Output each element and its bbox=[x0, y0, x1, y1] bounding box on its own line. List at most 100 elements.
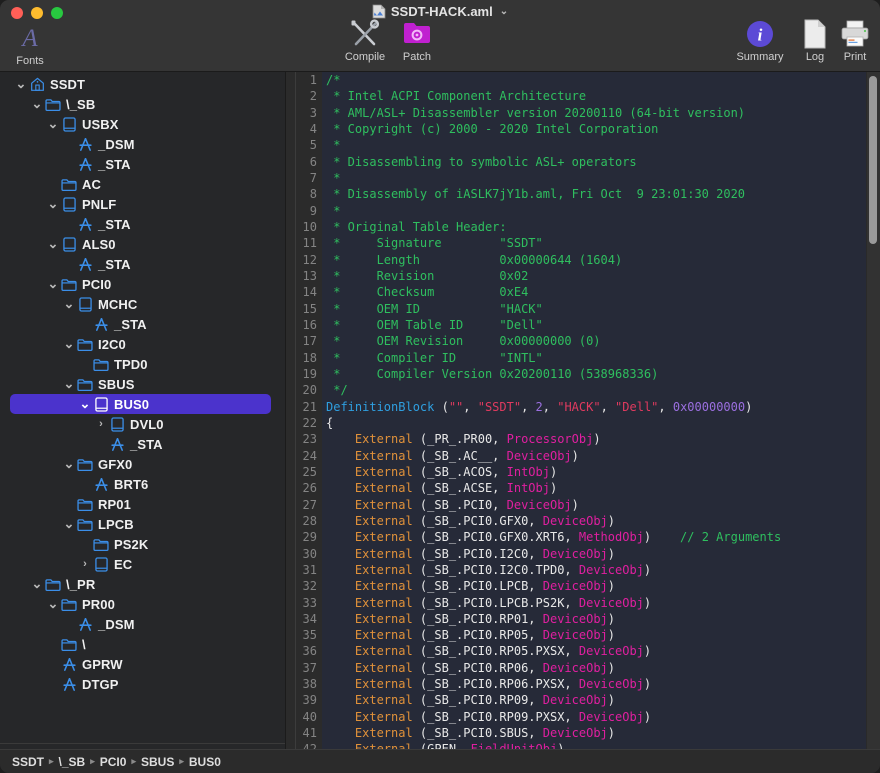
chevron-down-icon[interactable]: ⌄ bbox=[500, 6, 508, 17]
code-line[interactable]: 3 * AML/ASL+ Disassembler version 202001… bbox=[296, 104, 880, 121]
line-text[interactable]: { bbox=[322, 415, 333, 431]
line-text[interactable]: * Revision 0x02 bbox=[322, 268, 528, 284]
tree-item-_STA[interactable]: _STA bbox=[0, 214, 285, 234]
code-line[interactable]: 27 External (_SB_.PCI0, DeviceObj) bbox=[296, 496, 880, 513]
tree-item-_STA[interactable]: _STA bbox=[0, 154, 285, 174]
line-text[interactable]: External (_SB_.PCI0.RP09.PXSX, DeviceObj… bbox=[322, 709, 651, 725]
toolbar-summary-button[interactable]: i Summary bbox=[730, 18, 790, 63]
line-text[interactable]: External (_SB_.PCI0.I2C0, DeviceObj) bbox=[322, 546, 615, 562]
toolbar-compile-button[interactable]: Compile bbox=[335, 18, 395, 63]
code-line[interactable]: 38 External (_SB_.PCI0.RP06.PXSX, Device… bbox=[296, 676, 880, 693]
code-line[interactable]: 25 External (_SB_.ACOS, IntObj) bbox=[296, 463, 880, 481]
acpi-tree[interactable]: ⌄ SSDT ⌄ \_SB ⌄ USBX _DSM _STA AC ⌄ PNLF _STA ⌄ ALS0 _… bbox=[0, 72, 285, 743]
line-text[interactable]: External (_SB_.PCI0.RP06, DeviceObj) bbox=[322, 660, 615, 676]
line-text[interactable]: * Signature "SSDT" bbox=[322, 235, 543, 251]
line-text[interactable]: * OEM Table ID "Dell" bbox=[322, 317, 543, 333]
tree-item-ALS0[interactable]: ⌄ ALS0 bbox=[0, 234, 285, 254]
vertical-scrollbar-thumb[interactable] bbox=[869, 76, 877, 244]
tree-item-BRT6[interactable]: BRT6 bbox=[0, 474, 285, 494]
code-line[interactable]: 35 External (_SB_.PCI0.RP05, DeviceObj) bbox=[296, 627, 880, 644]
tree-item-AC[interactable]: AC bbox=[0, 174, 285, 194]
line-text[interactable]: External (_SB_.PCI0.GFX0.XRT6, MethodObj… bbox=[322, 529, 781, 545]
tree-item-_STA[interactable]: _STA bbox=[0, 434, 285, 454]
tree-item-[interactable]: \ bbox=[0, 634, 285, 654]
chevron-down-icon[interactable]: ⌄ bbox=[30, 577, 44, 590]
tree-item-_SB[interactable]: ⌄ \_SB bbox=[0, 94, 285, 114]
chevron-down-icon[interactable]: ⌄ bbox=[46, 597, 60, 610]
tree-item-RP01[interactable]: RP01 bbox=[0, 494, 285, 514]
chevron-down-icon[interactable]: ⌄ bbox=[46, 277, 60, 290]
code-line[interactable]: 39 External (_SB_.PCI0.RP09, DeviceObj) bbox=[296, 692, 880, 709]
code-line[interactable]: 26 External (_SB_.ACSE, IntObj) bbox=[296, 480, 880, 497]
line-text[interactable]: External (_SB_.PCI0.RP09, DeviceObj) bbox=[322, 692, 615, 708]
line-text[interactable]: * Copyright (c) 2000 - 2020 Intel Corpor… bbox=[322, 121, 658, 137]
code-line[interactable]: 28 External (_SB_.PCI0.GFX0, DeviceObj) bbox=[296, 512, 880, 530]
line-text[interactable]: * Disassembly of iASLK7jY1b.aml, Fri Oct… bbox=[322, 186, 745, 202]
code-content[interactable]: 1/* 2 * Intel ACPI Component Architecture… bbox=[296, 72, 880, 773]
tree-item-PS2K[interactable]: PS2K bbox=[0, 534, 285, 554]
code-line[interactable]: 11 * Signature "SSDT" bbox=[296, 235, 880, 252]
tree-item-MCHC[interactable]: ⌄ MCHC bbox=[0, 294, 285, 314]
chevron-down-icon[interactable]: ⌄ bbox=[62, 517, 76, 530]
chevron-down-icon[interactable]: ⌄ bbox=[46, 117, 60, 130]
line-text[interactable]: * bbox=[322, 203, 340, 219]
line-text[interactable]: */ bbox=[322, 382, 347, 398]
code-line[interactable]: 41 External (_SB_.PCI0.SBUS, DeviceObj) bbox=[296, 725, 880, 742]
chevron-down-icon[interactable]: ⌄ bbox=[78, 397, 92, 410]
breadcrumb-item[interactable]: SSDT bbox=[12, 755, 44, 769]
tree-item-SBUS[interactable]: ⌄ SBUS bbox=[0, 374, 285, 394]
code-line[interactable]: 19 * Compiler Version 0x20200110 (538968… bbox=[296, 365, 880, 383]
line-text[interactable]: External (_SB_.ACSE, IntObj) bbox=[322, 480, 557, 496]
chevron-down-icon[interactable]: ⌄ bbox=[62, 377, 76, 390]
line-text[interactable]: External (_SB_.PCI0.SBUS, DeviceObj) bbox=[322, 725, 615, 741]
line-text[interactable]: * bbox=[322, 170, 340, 186]
line-text[interactable]: External (_SB_.AC__, DeviceObj) bbox=[322, 448, 579, 464]
breadcrumb-item[interactable]: PCI0 bbox=[100, 755, 127, 769]
line-text[interactable]: External (_PR_.PR00, ProcessorObj) bbox=[322, 431, 601, 447]
code-line[interactable]: 4 * Copyright (c) 2000 - 2020 Intel Corp… bbox=[296, 120, 880, 138]
line-text[interactable]: /* bbox=[322, 72, 340, 88]
line-text[interactable]: External (_SB_.PCI0.RP05.PXSX, DeviceObj… bbox=[322, 643, 651, 659]
tree-item-PCI0[interactable]: ⌄ PCI0 bbox=[0, 274, 285, 294]
code-line[interactable]: 9 * bbox=[296, 202, 880, 219]
code-line[interactable]: 40 External (_SB_.PCI0.RP09.PXSX, Device… bbox=[296, 708, 880, 726]
tree-item-EC[interactable]: › EC bbox=[0, 554, 285, 574]
line-text[interactable]: DefinitionBlock ("", "SSDT", 2, "HACK", … bbox=[322, 399, 752, 415]
code-line[interactable]: 12 * Length 0x00000644 (1604) bbox=[296, 251, 880, 268]
line-text[interactable]: External (_SB_.PCI0.RP01, DeviceObj) bbox=[322, 611, 615, 627]
breadcrumb-item[interactable]: BUS0 bbox=[189, 755, 221, 769]
chevron-down-icon[interactable]: ⌄ bbox=[46, 237, 60, 250]
tree-item-_DSM[interactable]: _DSM bbox=[0, 134, 285, 154]
chevron-right-icon[interactable]: › bbox=[94, 418, 108, 430]
code-line[interactable]: 8 * Disassembly of iASLK7jY1b.aml, Fri O… bbox=[296, 186, 880, 203]
line-text[interactable]: * OEM ID "HACK" bbox=[322, 301, 543, 317]
tree-item-PR00[interactable]: ⌄ PR00 bbox=[0, 594, 285, 614]
chevron-down-icon[interactable]: ⌄ bbox=[62, 297, 76, 310]
code-line[interactable]: 17 * OEM Revision 0x00000000 (0) bbox=[296, 333, 880, 350]
document-title-bar[interactable]: SSDT-HACK.aml ⌄ bbox=[0, 4, 880, 19]
code-line[interactable]: 30 External (_SB_.PCI0.I2C0, DeviceObj) bbox=[296, 545, 880, 562]
tree-item-DTGP[interactable]: DTGP bbox=[0, 674, 285, 694]
code-line[interactable]: 32 External (_SB_.PCI0.LPCB, DeviceObj) bbox=[296, 578, 880, 595]
chevron-down-icon[interactable]: ⌄ bbox=[46, 197, 60, 210]
tree-item-_STA[interactable]: _STA bbox=[0, 314, 285, 334]
code-line[interactable]: 24 External (_SB_.AC__, DeviceObj) bbox=[296, 447, 880, 464]
line-text[interactable]: External (_SB_.ACOS, IntObj) bbox=[322, 464, 557, 480]
tree-item-_PR[interactable]: ⌄ \_PR bbox=[0, 574, 285, 594]
code-line[interactable]: 14 * Checksum 0xE4 bbox=[296, 284, 880, 301]
code-line[interactable]: 20 */ bbox=[296, 382, 880, 399]
code-line[interactable]: 15 * OEM ID "HACK" bbox=[296, 300, 880, 317]
line-text[interactable]: External (_SB_.PCI0.I2C0.TPD0, DeviceObj… bbox=[322, 562, 651, 578]
line-text[interactable]: * Length 0x00000644 (1604) bbox=[322, 252, 622, 268]
tree-item-TPD0[interactable]: TPD0 bbox=[0, 354, 285, 374]
line-text[interactable]: * Intel ACPI Component Architecture bbox=[322, 88, 586, 104]
code-line[interactable]: 37 External (_SB_.PCI0.RP06, DeviceObj) bbox=[296, 659, 880, 677]
code-line[interactable]: 16 * OEM Table ID "Dell" bbox=[296, 316, 880, 334]
toolbar-print-button[interactable]: Print bbox=[825, 18, 880, 63]
tree-item-_DSM[interactable]: _DSM bbox=[0, 614, 285, 634]
line-text[interactable]: * AML/ASL+ Disassembler version 20200110… bbox=[322, 105, 745, 121]
tree-item-USBX[interactable]: ⌄ USBX bbox=[0, 114, 285, 134]
line-text[interactable]: * Original Table Header: bbox=[322, 219, 506, 235]
breadcrumb-item[interactable]: SBUS bbox=[141, 755, 174, 769]
tree-item-SSDT[interactable]: ⌄ SSDT bbox=[0, 74, 285, 94]
